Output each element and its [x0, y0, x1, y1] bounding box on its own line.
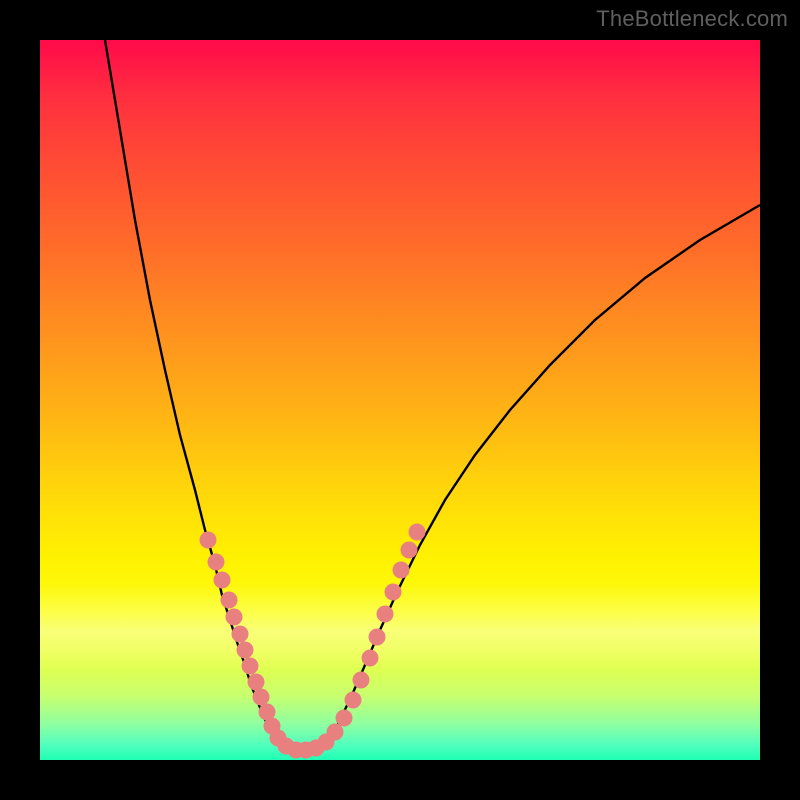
curve-right-branch [330, 205, 760, 740]
marker-dot [369, 629, 386, 646]
marker-dot [253, 689, 270, 706]
marker-dot [214, 572, 231, 589]
marker-dot [221, 592, 238, 609]
marker-dot [226, 609, 243, 626]
marker-dot [377, 606, 394, 623]
marker-dot [237, 642, 254, 659]
curve-svg [40, 40, 760, 760]
marker-dot [393, 562, 410, 579]
curve-group [105, 40, 760, 750]
marker-dot [362, 650, 379, 667]
marker-dot [336, 710, 353, 727]
marker-dot [409, 524, 426, 541]
marker-dot [401, 542, 418, 559]
marker-dot [232, 626, 249, 643]
marker-dots [200, 524, 426, 759]
marker-dot [353, 672, 370, 689]
marker-dot [208, 554, 225, 571]
curve-left-branch [105, 40, 275, 740]
marker-dot [345, 692, 362, 709]
marker-dot [200, 532, 217, 549]
marker-dot [327, 724, 344, 741]
watermark-text: TheBottleneck.com [596, 6, 788, 32]
marker-dot [242, 658, 259, 675]
plot-area [40, 40, 760, 760]
chart-frame: TheBottleneck.com [0, 0, 800, 800]
marker-dot [248, 674, 265, 691]
marker-dot [385, 584, 402, 601]
